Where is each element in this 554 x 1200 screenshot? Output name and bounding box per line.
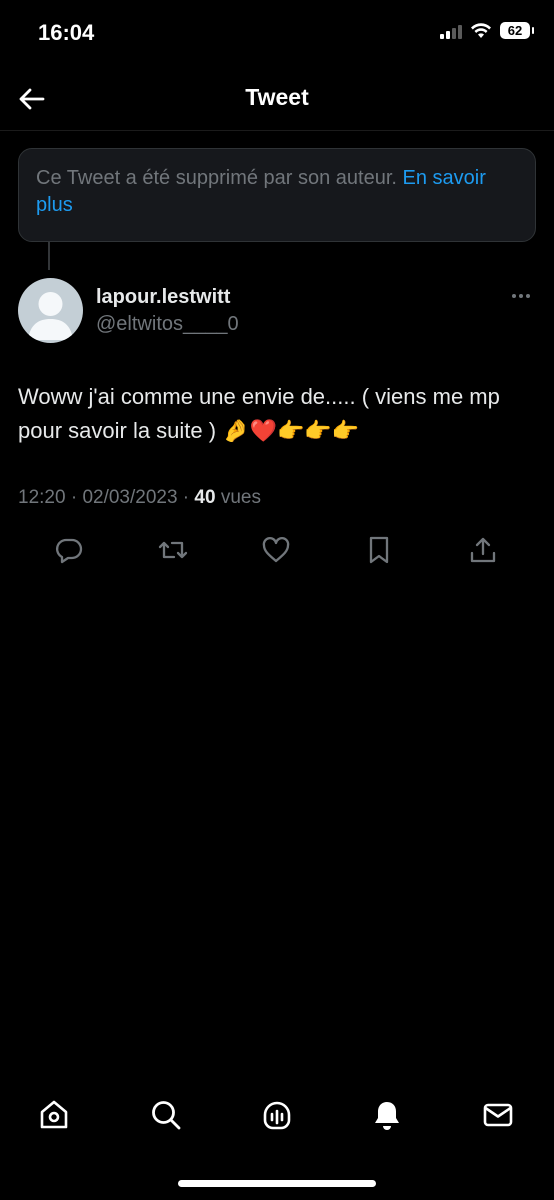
nav-home[interactable] xyxy=(32,1093,76,1137)
tweet-metadata: 12:20 · 02/03/2023 · 40 vues xyxy=(18,487,261,509)
like-button[interactable] xyxy=(256,530,296,570)
share-icon xyxy=(470,537,496,563)
header-divider xyxy=(0,130,554,131)
messages-icon xyxy=(483,1103,513,1127)
more-dots-icon xyxy=(512,294,516,298)
share-button[interactable] xyxy=(463,530,503,570)
thread-connector-line xyxy=(48,242,50,270)
battery-icon: 62 xyxy=(500,22,534,39)
nav-spaces[interactable] xyxy=(255,1093,299,1137)
status-bar: 16:04 62 xyxy=(0,0,554,66)
spaces-icon xyxy=(263,1101,291,1130)
reply-button[interactable] xyxy=(49,530,89,570)
avatar[interactable] xyxy=(18,278,83,343)
bottom-navigation xyxy=(0,1085,554,1145)
more-options-button[interactable] xyxy=(506,286,536,306)
reply-icon xyxy=(55,538,83,564)
deleted-tweet-notice: Ce Tweet a été supprimé par son auteur. … xyxy=(18,148,536,242)
status-time: 16:04 xyxy=(38,20,95,45)
bookmark-icon xyxy=(369,536,389,564)
views-count[interactable]: 40 xyxy=(194,487,215,508)
nav-messages[interactable] xyxy=(476,1093,520,1137)
nav-search[interactable] xyxy=(144,1093,188,1137)
bookmark-button[interactable] xyxy=(359,530,399,570)
like-icon xyxy=(262,537,290,563)
status-icons: 62 xyxy=(440,22,534,39)
home-indicator[interactable] xyxy=(178,1180,376,1187)
notifications-icon xyxy=(375,1102,399,1130)
meta-separator: · xyxy=(65,487,83,508)
author-handle[interactable]: @eltwitos____0 xyxy=(96,313,239,336)
nav-notifications[interactable] xyxy=(365,1093,409,1137)
tweet-actions xyxy=(0,530,554,570)
tweet-time: 12:20 xyxy=(18,487,66,508)
tweet-text: Woww j'ai comme une envie de..... ( vien… xyxy=(18,384,500,443)
search-icon xyxy=(152,1101,181,1130)
deleted-notice-text: Ce Tweet a été supprimé par son auteur. xyxy=(36,167,403,189)
wifi-icon xyxy=(471,22,491,38)
meta-separator: · xyxy=(177,487,195,508)
retweet-icon xyxy=(158,541,188,559)
home-icon xyxy=(40,1100,68,1129)
author-name[interactable]: lapour.lestwitt xyxy=(96,286,230,309)
top-bar: Tweet xyxy=(0,66,554,130)
default-avatar-icon xyxy=(28,292,73,340)
cellular-signal-icon xyxy=(440,23,462,39)
page-title: Tweet xyxy=(245,84,309,110)
views-label: vues xyxy=(215,487,261,508)
retweet-button[interactable] xyxy=(153,530,193,570)
tweet-date: 02/03/2023 xyxy=(82,487,178,508)
